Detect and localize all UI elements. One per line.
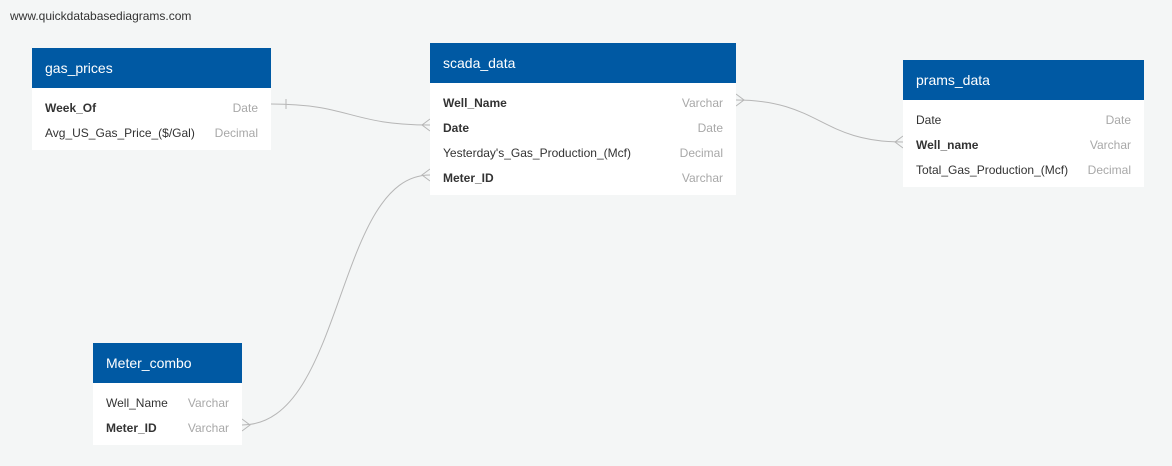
table-title[interactable]: gas_prices (32, 48, 271, 88)
column-name: Avg_US_Gas_Price_($/Gal) (45, 125, 195, 140)
column-row[interactable]: Avg_US_Gas_Price_($/Gal) Decimal (32, 120, 271, 145)
column-row[interactable]: Well_Name Varchar (430, 90, 736, 115)
table-gas-prices[interactable]: gas_prices Week_Of Date Avg_US_Gas_Price… (32, 48, 271, 150)
column-type: Date (1105, 112, 1131, 127)
column-row[interactable]: Well_name Varchar (903, 132, 1144, 157)
table-meter-combo[interactable]: Meter_combo Well_Name Varchar Meter_ID V… (93, 343, 242, 445)
connector-well-name-to-well-name (735, 99, 904, 143)
column-name: Total_Gas_Production_(Mcf) (916, 162, 1069, 177)
column-row[interactable]: Well_Name Varchar (93, 390, 242, 415)
connector-meter-id-to-meter-id (241, 174, 431, 426)
column-type: Varchar (1089, 137, 1131, 152)
column-name: Well_Name (443, 95, 507, 110)
column-type: Varchar (187, 420, 229, 435)
column-row[interactable]: Date Date (903, 107, 1144, 132)
column-type: Decimal (1087, 162, 1131, 177)
table-scada-data[interactable]: scada_data Well_Name Varchar Date Date Y… (430, 43, 736, 195)
column-name: Date (916, 112, 942, 127)
column-type: Date (697, 120, 723, 135)
connector-week-of-to-date (270, 103, 431, 126)
column-name: Meter_ID (106, 420, 157, 435)
column-type: Varchar (187, 395, 229, 410)
column-type: Date (232, 100, 258, 115)
table-title[interactable]: scada_data (430, 43, 736, 83)
column-name: Yesterday's_Gas_Production_(Mcf) (443, 145, 631, 160)
column-row[interactable]: Total_Gas_Production_(Mcf) Decimal (903, 157, 1144, 182)
column-row[interactable]: Meter_ID Varchar (430, 165, 736, 190)
column-name: Week_Of (45, 100, 97, 115)
column-row[interactable]: Meter_ID Varchar (93, 415, 242, 440)
column-type: Varchar (681, 170, 723, 185)
column-row[interactable]: Yesterday's_Gas_Production_(Mcf) Decimal (430, 140, 736, 165)
column-type: Decimal (214, 125, 258, 140)
table-prams-data[interactable]: prams_data Date Date Well_name Varchar T… (903, 60, 1144, 187)
column-name: Well_name (916, 137, 979, 152)
column-name: Date (443, 120, 470, 135)
column-row[interactable]: Date Date (430, 115, 736, 140)
column-name: Meter_ID (443, 170, 494, 185)
table-title[interactable]: Meter_combo (93, 343, 242, 383)
column-name: Well_Name (106, 395, 168, 410)
column-type: Decimal (679, 145, 723, 160)
column-row[interactable]: Week_Of Date (32, 95, 271, 120)
column-type: Varchar (681, 95, 723, 110)
table-title[interactable]: prams_data (903, 60, 1144, 100)
